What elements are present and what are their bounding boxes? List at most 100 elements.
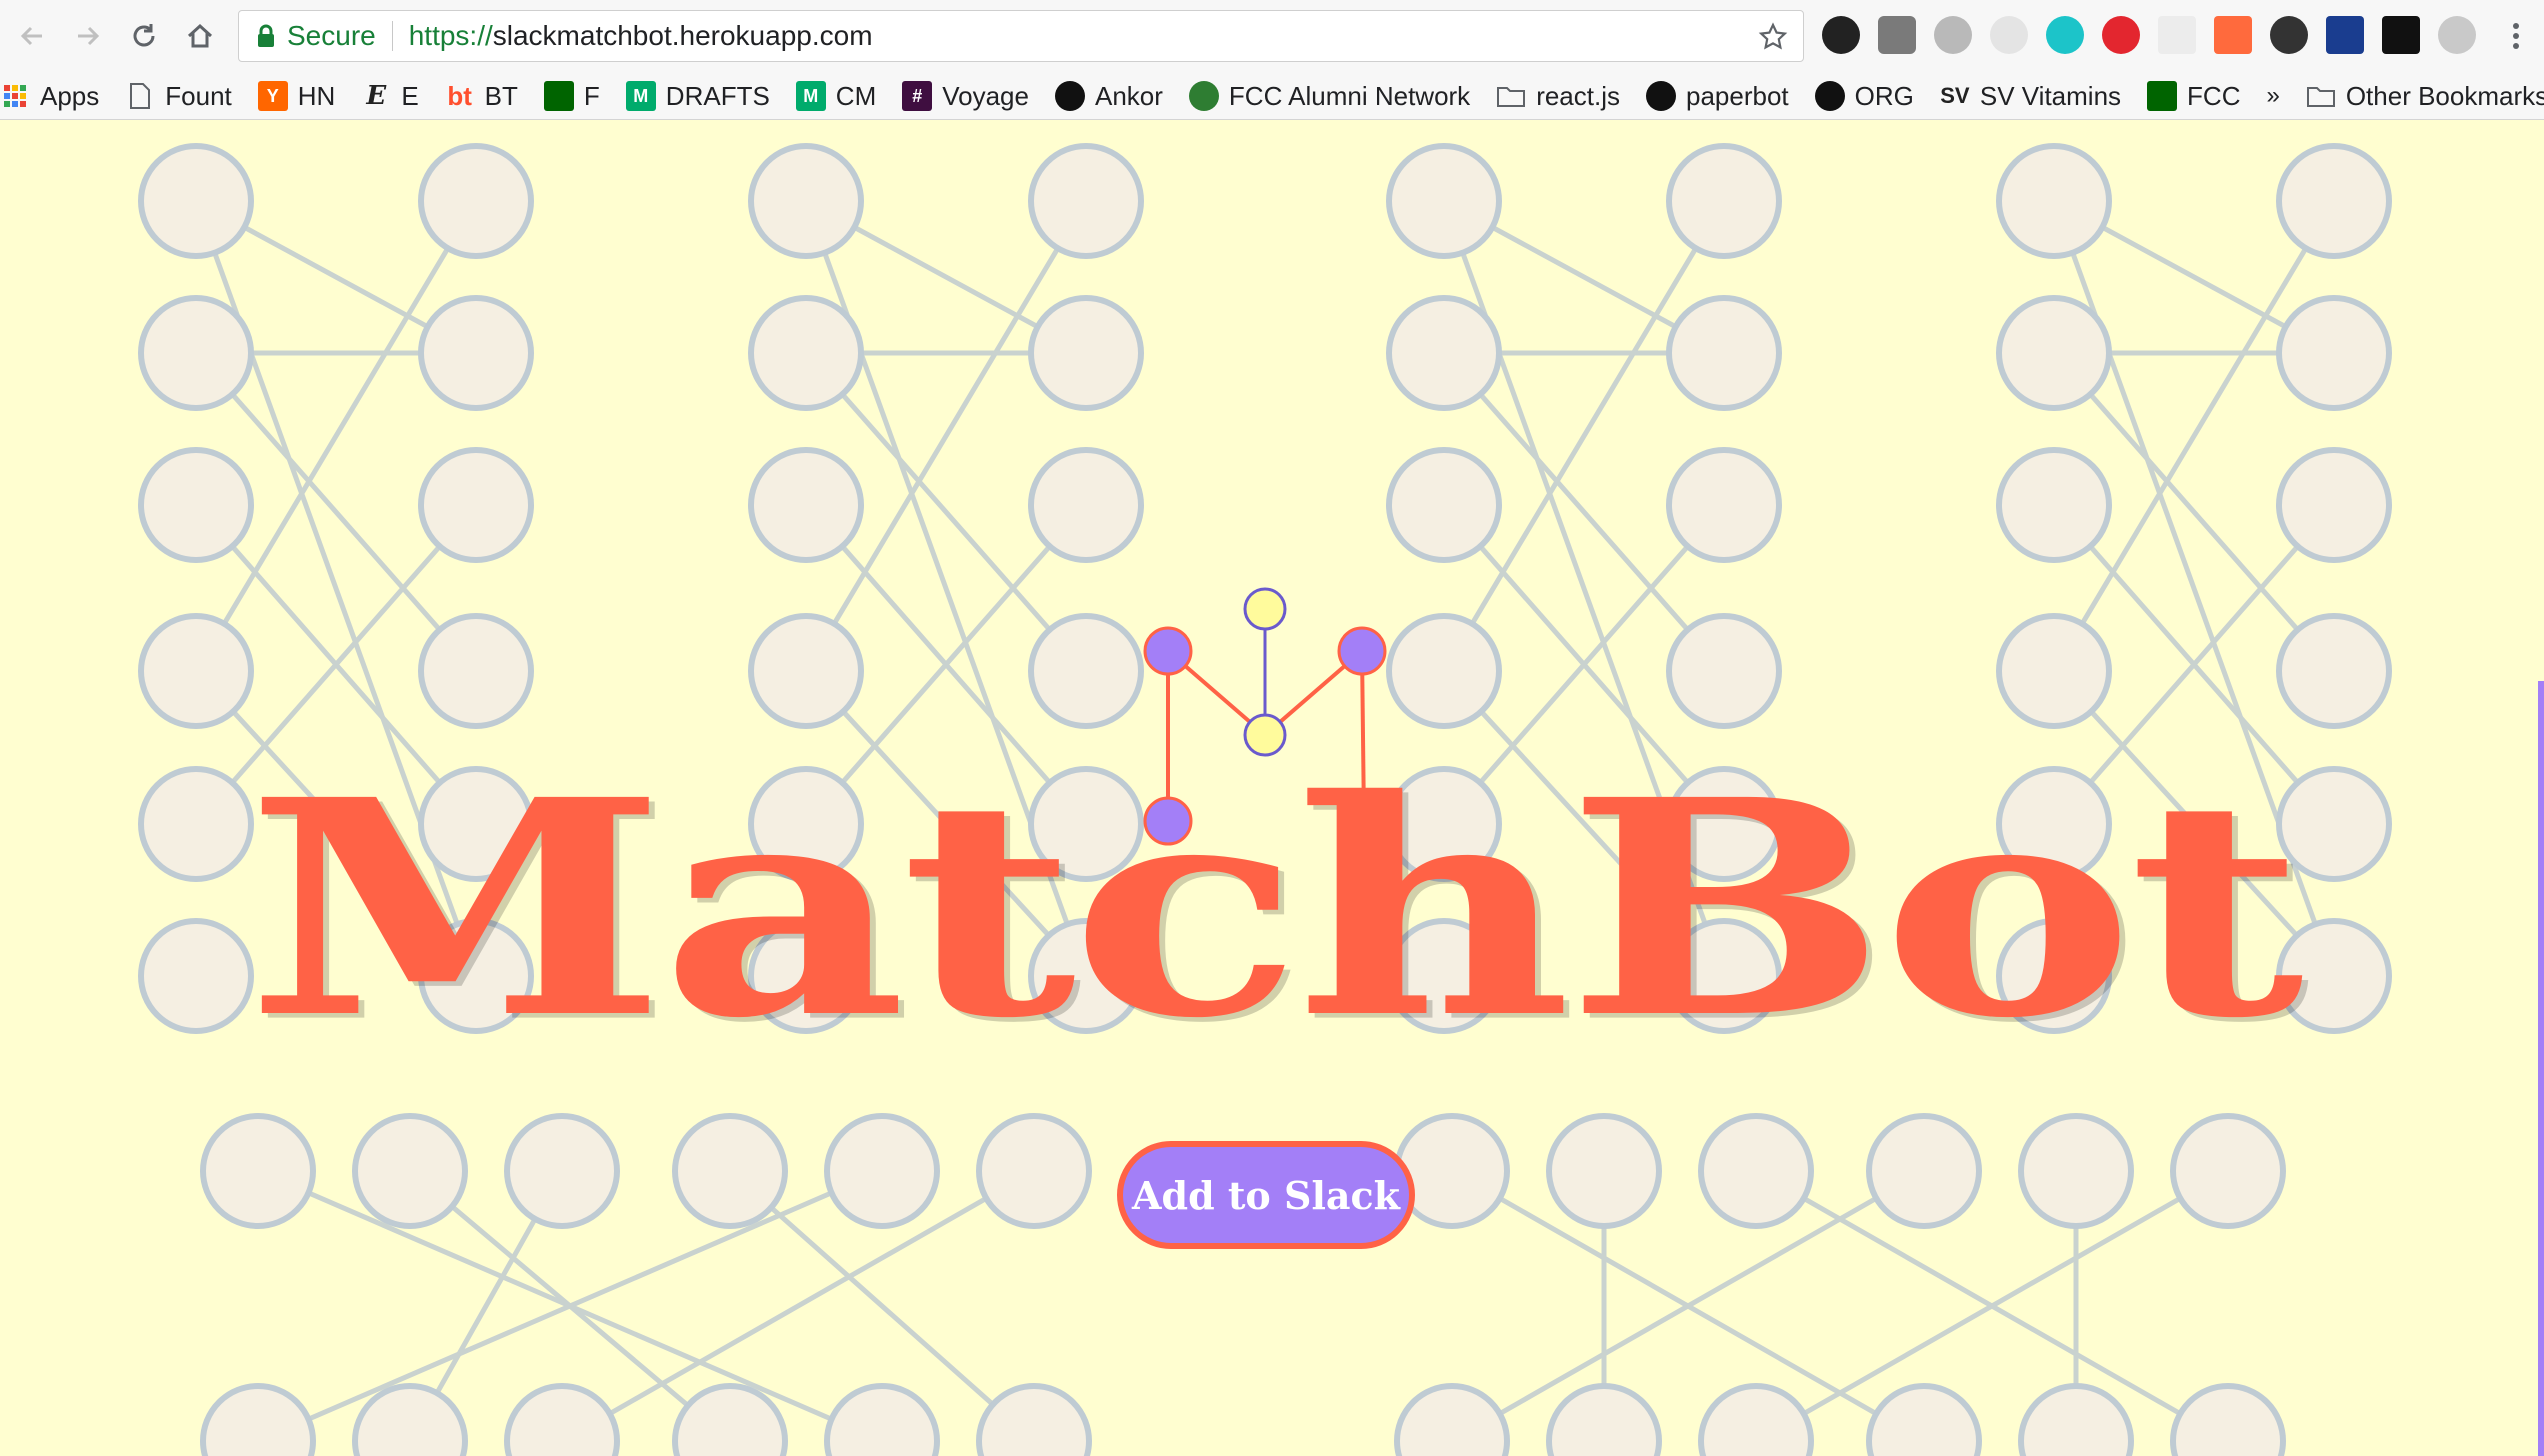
network-node xyxy=(824,1113,940,1229)
slack-hash-icon: # xyxy=(902,81,933,111)
bookmark-drafts[interactable]: M DRAFTS xyxy=(625,72,770,120)
bookmark-label: CM xyxy=(835,80,877,111)
network-node xyxy=(1028,613,1144,729)
browser-chrome: Secure https://slackmatchbot.herokuapp.c… xyxy=(0,0,2544,120)
network-node xyxy=(2276,143,2392,259)
bookmark-paperbot[interactable]: paperbot xyxy=(1646,72,1789,120)
extension-v-icon[interactable] xyxy=(2214,16,2252,54)
network-node xyxy=(2276,295,2392,411)
network-node xyxy=(418,447,534,563)
network-node xyxy=(138,447,254,563)
bookmark-label: DRAFTS xyxy=(665,80,770,111)
extension-dd-icon[interactable] xyxy=(2270,16,2308,54)
network-node xyxy=(1996,295,2112,411)
extension-news-icon[interactable] xyxy=(2326,16,2364,54)
network-node xyxy=(1666,447,1782,563)
network-node xyxy=(672,1383,788,1456)
bookmark-org[interactable]: ORG xyxy=(1814,72,1914,120)
network-node xyxy=(352,1113,468,1229)
network-node xyxy=(1996,143,2112,259)
other-bookmarks-folder[interactable]: Other Bookmarks xyxy=(2306,72,2544,120)
menu-button[interactable] xyxy=(2494,14,2538,58)
network-node xyxy=(1394,1113,1510,1229)
bookmark-label: E xyxy=(401,80,419,111)
network-node xyxy=(1386,143,1502,259)
sv-icon: SV xyxy=(1940,83,1970,108)
back-button[interactable] xyxy=(10,14,54,58)
bookmark-cm[interactable]: M CM xyxy=(795,72,877,120)
bookmark-fcc[interactable]: FCC xyxy=(2147,72,2240,120)
reload-button[interactable] xyxy=(122,14,166,58)
network-node xyxy=(1394,1383,1510,1456)
network-node xyxy=(504,1113,620,1229)
bookmark-voyage[interactable]: # Voyage xyxy=(902,72,1029,120)
address-bar[interactable]: Secure https://slackmatchbot.herokuapp.c… xyxy=(238,10,1804,62)
network-node xyxy=(1546,1113,1662,1229)
network-node xyxy=(1698,1113,1814,1229)
extension-m-icon[interactable] xyxy=(2046,16,2084,54)
network-node xyxy=(976,1113,1092,1229)
extension-camera-icon[interactable] xyxy=(1822,16,1860,54)
network-node xyxy=(2276,613,2392,729)
extension-globe-icon[interactable] xyxy=(1934,16,1972,54)
network-node xyxy=(2018,1383,2134,1456)
bookmark-bt[interactable]: bt BT xyxy=(445,72,518,120)
page-title: MatchBot xyxy=(245,734,2304,1084)
network-node xyxy=(2170,1113,2286,1229)
bookmark-fcc-alumni-network[interactable]: FCC Alumni Network xyxy=(1188,72,1470,120)
bookmark-label: react.js xyxy=(1536,80,1620,111)
bt-icon: bt xyxy=(447,80,472,111)
bookmark-hn[interactable]: Y HN xyxy=(257,72,335,120)
bookmark-f[interactable]: F xyxy=(543,72,600,120)
bookmarks-overflow-button[interactable]: » xyxy=(2266,72,2279,120)
bookmark-apps[interactable]: Apps xyxy=(0,72,99,120)
e-icon: E xyxy=(366,81,387,111)
github-icon xyxy=(1814,81,1845,111)
folder-icon xyxy=(1496,81,1526,111)
extension-leaf-icon[interactable] xyxy=(1990,16,2028,54)
network-node xyxy=(1028,295,1144,411)
scrollbar[interactable] xyxy=(2538,681,2544,1456)
network-node xyxy=(1028,143,1144,259)
target-icon xyxy=(1646,81,1676,111)
bookmark-label: Ankor xyxy=(1094,80,1163,111)
add-to-slack-button[interactable]: Add to Slack xyxy=(1117,1141,1415,1249)
bookmark-star-button[interactable] xyxy=(1753,17,1793,57)
extension-evernote-icon[interactable] xyxy=(1878,16,1916,54)
extension-plane-icon[interactable] xyxy=(2382,16,2420,54)
network-node xyxy=(2170,1383,2286,1456)
fcc-icon xyxy=(2147,81,2178,111)
extension-card-icon[interactable] xyxy=(2158,16,2196,54)
bookmark-label: ORG xyxy=(1854,80,1914,111)
kebab-menu-icon xyxy=(2513,23,2519,49)
extension-shield-icon[interactable] xyxy=(2102,16,2140,54)
network-node xyxy=(748,295,864,411)
star-icon xyxy=(1758,22,1788,50)
bookmark-label: BT xyxy=(484,80,518,111)
url-scheme: https:// xyxy=(408,20,493,51)
bookmark-label: Apps xyxy=(40,80,100,111)
page-content: MatchBot Add to Slack xyxy=(0,121,2544,1456)
forward-button[interactable] xyxy=(66,14,110,58)
network-node xyxy=(2276,447,2392,563)
other-bookmarks-label: Other Bookmarks xyxy=(2345,80,2544,111)
network-node xyxy=(418,143,534,259)
network-edge xyxy=(193,199,479,673)
medium-icon: M xyxy=(795,81,826,111)
reload-icon xyxy=(133,24,155,47)
bookmark-label: F xyxy=(583,80,600,111)
arrow-left-icon xyxy=(20,26,42,46)
network-node xyxy=(1666,613,1782,729)
network-node xyxy=(1386,447,1502,563)
extension-skype-icon[interactable] xyxy=(2438,16,2476,54)
bookmark-ankor[interactable]: Ankor xyxy=(1054,72,1163,120)
home-button[interactable] xyxy=(178,14,222,58)
bookmark-e[interactable]: EE xyxy=(361,72,418,120)
bookmark-fount[interactable]: Fount xyxy=(125,72,232,120)
bookmark-react-js[interactable]: react.js xyxy=(1496,72,1620,120)
bookmark-label: FCC xyxy=(2187,80,2241,111)
network-node xyxy=(748,143,864,259)
bookmark-sv-vitamins[interactable]: SV SV Vitamins xyxy=(1940,72,2121,120)
network-node xyxy=(1028,447,1144,563)
network-node xyxy=(672,1113,788,1229)
